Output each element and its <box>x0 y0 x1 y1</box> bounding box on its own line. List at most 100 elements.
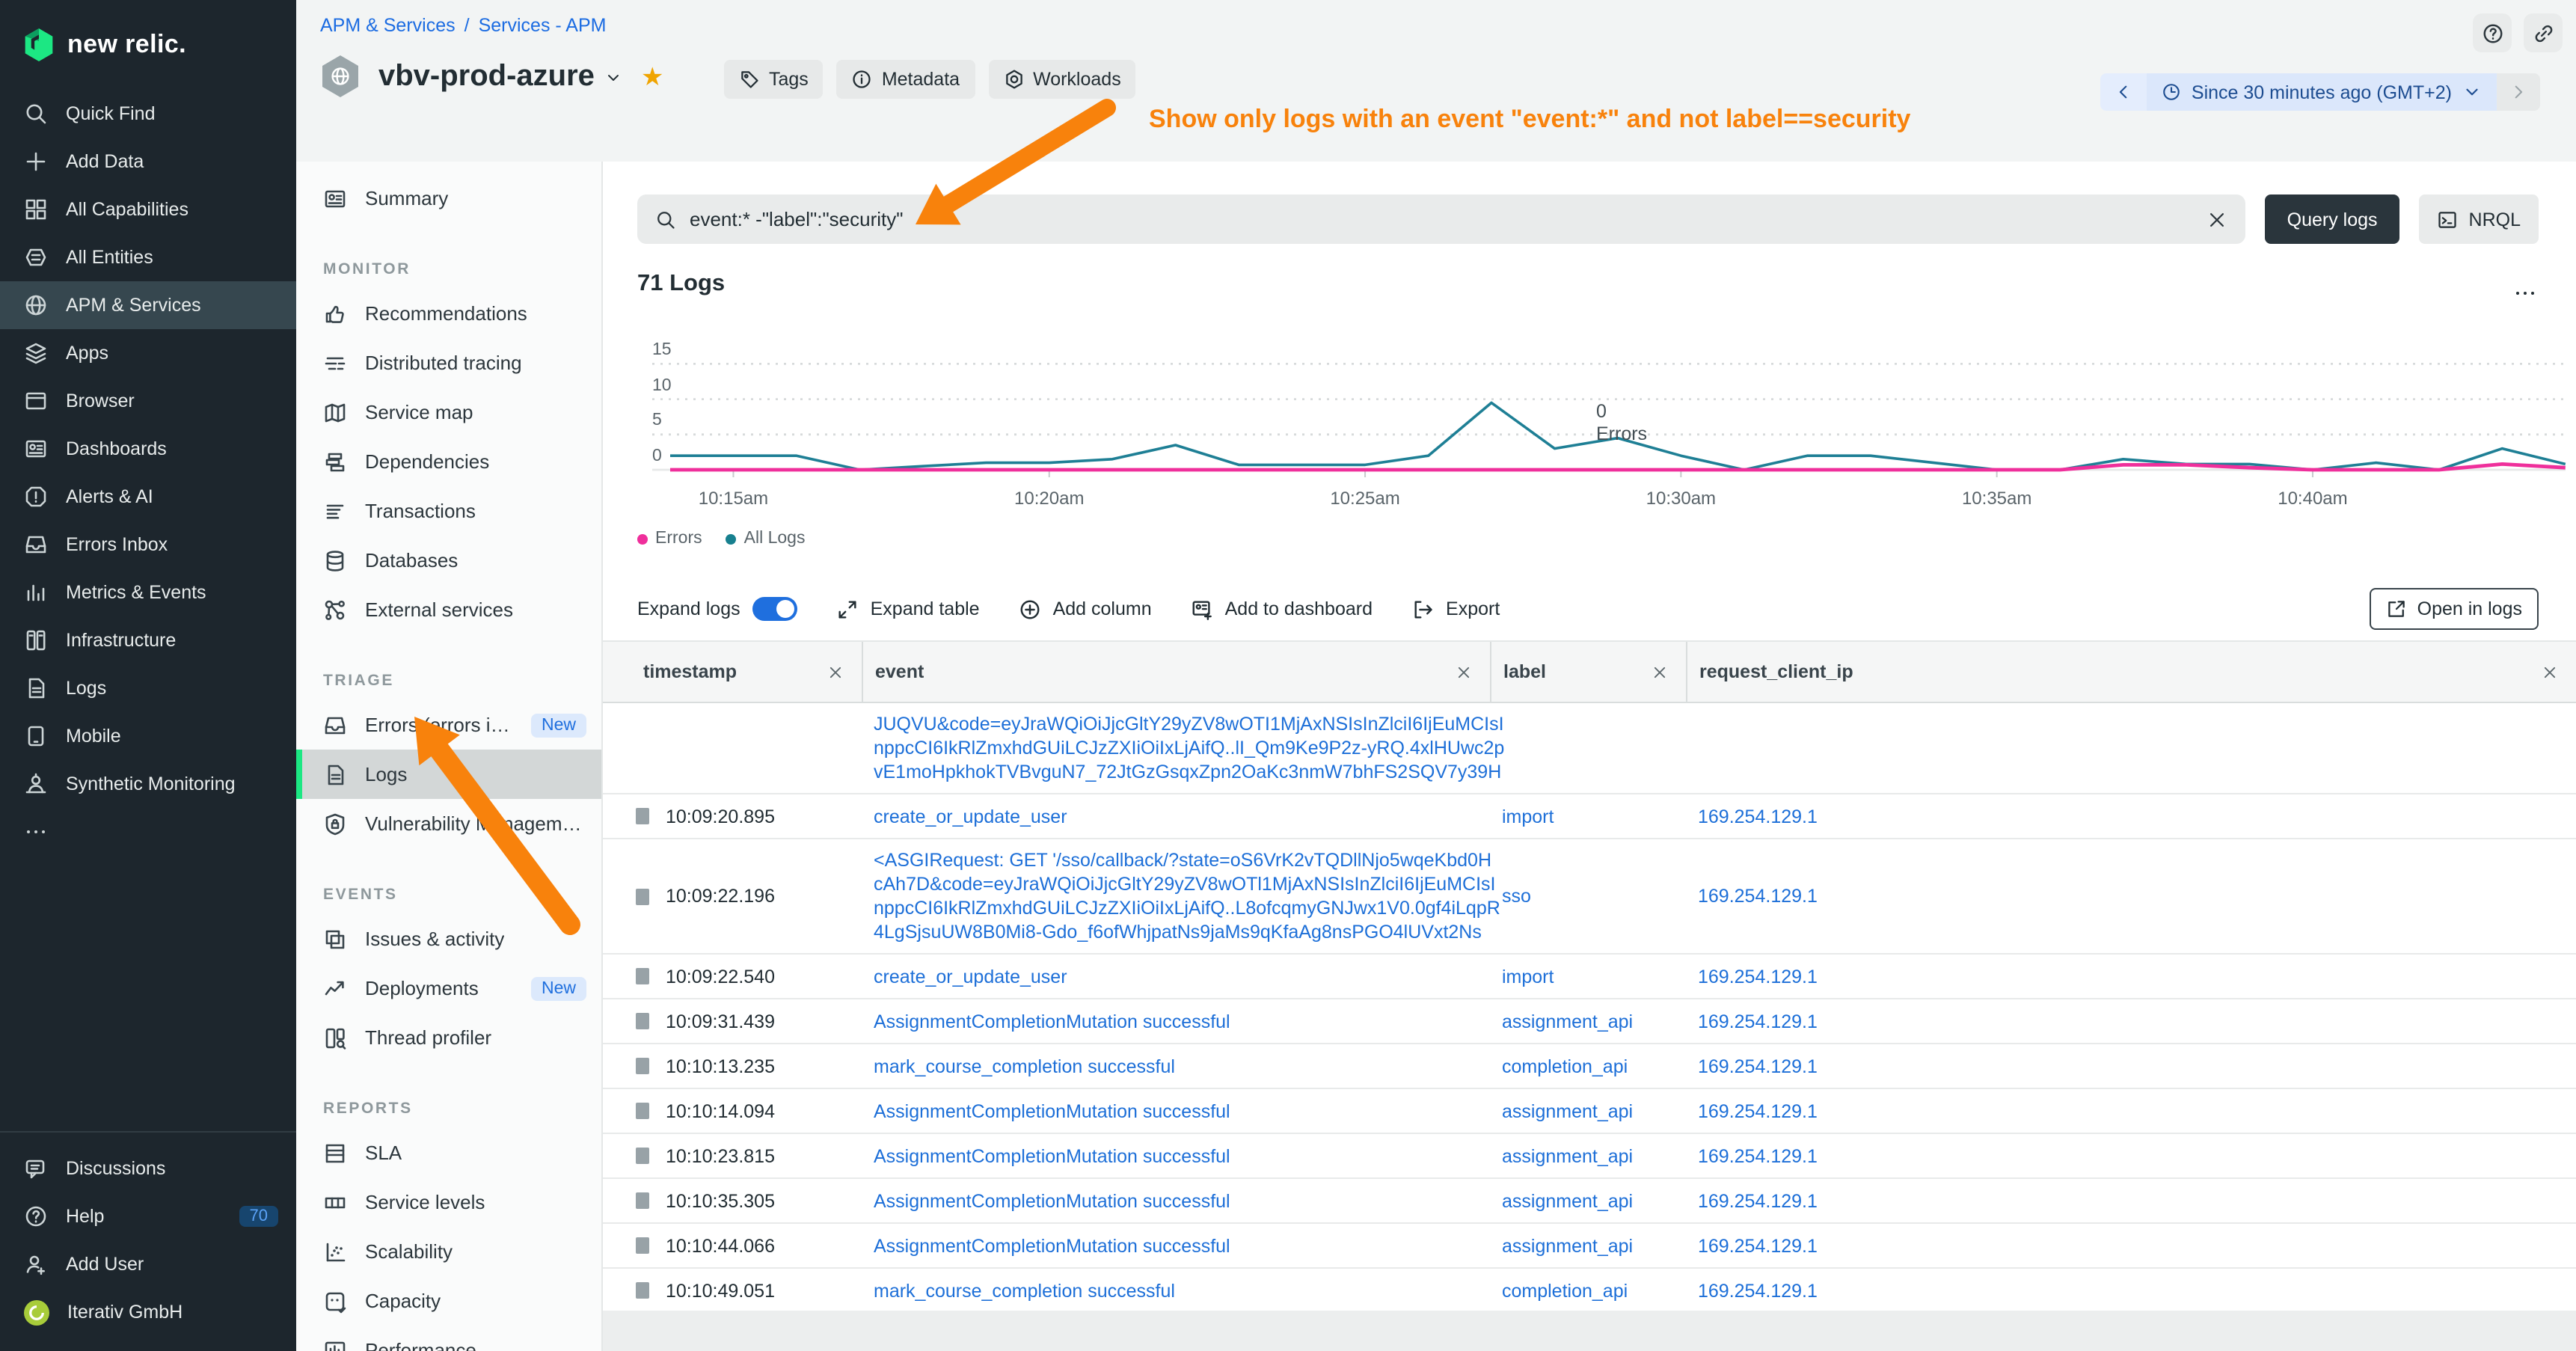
column-header-event[interactable]: event <box>862 642 1490 702</box>
subnav-item-issues-activity[interactable]: Issues & activity <box>296 914 601 964</box>
log-row-marker-icon[interactable] <box>636 1237 649 1254</box>
add-column-button[interactable]: Add column <box>1019 598 1152 620</box>
subnav-item-transactions[interactable]: Transactions <box>296 486 601 536</box>
remove-column-icon[interactable] <box>1456 664 1472 680</box>
time-picker-dropdown[interactable]: Since 30 minutes ago (GMT+2) <box>2147 73 2497 111</box>
label-link[interactable]: completion_api <box>1502 1056 1628 1076</box>
ip-link[interactable]: 169.254.129.1 <box>1698 1011 1818 1032</box>
log-table-row[interactable]: 10:09:22.540create_or_update_userimport1… <box>603 955 2576 999</box>
label-link[interactable]: import <box>1502 966 1554 987</box>
sidebar-item-apps[interactable]: Apps <box>0 329 296 377</box>
sidebar-item-iterativ-gmbh[interactable]: Iterativ GmbH <box>0 1288 296 1336</box>
label-link[interactable]: assignment_api <box>1502 1145 1633 1166</box>
event-link[interactable]: AssignmentCompletionMutation successful <box>874 1190 1230 1211</box>
subnav-item-recommendations[interactable]: Recommendations <box>296 289 601 338</box>
subnav-item-sla[interactable]: SLA <box>296 1128 601 1177</box>
log-table-row[interactable]: 10:10:13.235mark_course_completion succe… <box>603 1044 2576 1089</box>
sidebar-item-synthetic-monitoring[interactable]: Synthetic Monitoring <box>0 760 296 808</box>
event-link[interactable]: create_or_update_user <box>874 806 1067 827</box>
subnav-item-performance[interactable]: Performance <box>296 1326 601 1351</box>
sidebar-item-errors-inbox[interactable]: Errors Inbox <box>0 521 296 569</box>
event-link[interactable]: cAh7D&code=eyJraWQiOiJjcGltY29yZV8wOTl1M… <box>874 874 1496 895</box>
event-link[interactable]: AssignmentCompletionMutation successful <box>874 1100 1230 1121</box>
log-table-row[interactable]: 10:10:44.066AssignmentCompletionMutation… <box>603 1224 2576 1269</box>
column-header-label[interactable]: label <box>1490 642 1686 702</box>
horizontal-scrollbar-track[interactable] <box>603 1311 2576 1351</box>
legend-item-errors[interactable]: Errors <box>637 530 702 548</box>
label-link[interactable]: completion_api <box>1502 1280 1628 1301</box>
breadcrumb-apm-services[interactable]: APM & Services <box>320 15 456 36</box>
event-link[interactable]: <ASGIRequest: GET '/sso/callback/?state=… <box>874 850 1491 871</box>
log-search-input[interactable]: event:* -"label":"security" <box>637 194 2245 244</box>
sidebar-item-metrics-events[interactable]: Metrics & Events <box>0 569 296 616</box>
log-row-marker-icon[interactable] <box>636 888 649 904</box>
label-link[interactable]: sso <box>1502 886 1531 907</box>
ip-link[interactable]: 169.254.129.1 <box>1698 1100 1818 1121</box>
event-link[interactable]: nppcCI6IkRlZmxhdGUiLCJzZXIiOiIxLjAifQ..l… <box>874 738 1504 759</box>
event-link[interactable]: AssignmentCompletionMutation successful <box>874 1011 1230 1032</box>
column-header-request-client-ip[interactable]: request_client_ip <box>1686 642 2576 702</box>
ip-link[interactable]: 169.254.129.1 <box>1698 1190 1818 1211</box>
time-picker-forward-button[interactable] <box>2497 73 2540 111</box>
sidebar-item-help[interactable]: Help70 <box>0 1192 296 1240</box>
log-row-marker-icon[interactable] <box>636 1013 649 1029</box>
subnav-item-scalability[interactable]: Scalability <box>296 1227 601 1276</box>
title-chevron-down-icon[interactable] <box>605 67 623 85</box>
event-link[interactable]: AssignmentCompletionMutation successful <box>874 1145 1230 1166</box>
permalink-button[interactable] <box>2524 13 2563 52</box>
ip-link[interactable]: 169.254.129.1 <box>1698 806 1818 827</box>
help-circle-button[interactable] <box>2473 13 2512 52</box>
open-in-logs-button[interactable]: Open in logs <box>2370 588 2539 630</box>
log-row-marker-icon[interactable] <box>636 1148 649 1164</box>
label-link[interactable]: import <box>1502 806 1554 827</box>
sidebar-item-add-data[interactable]: Add Data <box>0 138 296 186</box>
log-table-row[interactable]: 10:10:23.815AssignmentCompletionMutation… <box>603 1134 2576 1179</box>
log-table-row[interactable]: 10:10:49.051mark_course_completion succe… <box>603 1269 2576 1314</box>
query-logs-button[interactable]: Query logs <box>2265 194 2400 244</box>
subnav-item-external-services[interactable]: External services <box>296 585 601 634</box>
log-row-marker-icon[interactable] <box>636 1103 649 1119</box>
event-link[interactable]: nppcCI6IkRlZmxhdGUiLCJzZXIiOiIxLjAifQ..L… <box>874 898 1500 919</box>
clear-search-icon[interactable] <box>2207 209 2227 230</box>
ip-link[interactable]: 169.254.129.1 <box>1698 886 1818 907</box>
ip-link[interactable]: 169.254.129.1 <box>1698 1280 1818 1301</box>
expand-logs-toggle[interactable]: Expand logs <box>637 597 797 621</box>
column-header-timestamp[interactable]: timestamp <box>603 642 862 702</box>
label-link[interactable]: assignment_api <box>1502 1100 1633 1121</box>
log-row-marker-icon[interactable] <box>636 1058 649 1074</box>
export-button[interactable]: Export <box>1411 598 1500 620</box>
subnav-item-dependencies[interactable]: Dependencies <box>296 437 601 486</box>
tags-button[interactable]: Tags <box>724 60 824 99</box>
log-row-marker-icon[interactable] <box>636 1282 649 1299</box>
log-table-row[interactable]: 10:09:20.895create_or_update_userimport1… <box>603 794 2576 839</box>
sidebar-item-more[interactable] <box>0 808 296 856</box>
remove-column-icon[interactable] <box>827 664 844 680</box>
ip-link[interactable]: 169.254.129.1 <box>1698 966 1818 987</box>
time-picker-back-button[interactable] <box>2100 73 2147 111</box>
log-row-marker-icon[interactable] <box>636 808 649 824</box>
sidebar-item-all-entities[interactable]: All Entities <box>0 233 296 281</box>
nrql-button[interactable]: NRQL <box>2420 194 2539 244</box>
log-table-row[interactable]: 10:10:35.305AssignmentCompletionMutation… <box>603 1179 2576 1224</box>
log-table-row[interactable]: 10:09:22.196<ASGIRequest: GET '/sso/call… <box>603 839 2576 955</box>
favorite-star-icon[interactable]: ★ <box>641 64 664 89</box>
subnav-item-thread-profiler[interactable]: Thread profiler <box>296 1013 601 1062</box>
subnav-item-service-levels[interactable]: Service levels <box>296 1177 601 1227</box>
ip-link[interactable]: 169.254.129.1 <box>1698 1056 1818 1076</box>
subnav-item-databases[interactable]: Databases <box>296 536 601 585</box>
log-table-row[interactable]: 10:10:14.094AssignmentCompletionMutation… <box>603 1089 2576 1134</box>
subnav-item-deployments[interactable]: DeploymentsNew <box>296 964 601 1013</box>
event-link[interactable]: JUQVU&code=eyJraWQiOiJjcGltY29yZV8wOTI1M… <box>874 714 1504 735</box>
ip-link[interactable]: 169.254.129.1 <box>1698 1145 1818 1166</box>
legend-item-all-logs[interactable]: All Logs <box>726 530 806 548</box>
subnav-item-errors-errors-inb[interactable]: Errors (errors inb...New <box>296 700 601 750</box>
subnav-item-capacity[interactable]: Capacity <box>296 1276 601 1326</box>
event-link[interactable]: 4LgSjsuUW8B0Mi8-Gdo_f6ofWhjpatNs9jaMs9qK… <box>874 922 1482 943</box>
event-link[interactable]: AssignmentCompletionMutation successful <box>874 1235 1230 1256</box>
subnav-item-summary[interactable]: Summary <box>296 174 601 223</box>
log-table-row[interactable]: 10:09:31.439AssignmentCompletionMutation… <box>603 999 2576 1044</box>
sidebar-item-quick-find[interactable]: Quick Find <box>0 90 296 138</box>
expand-table-button[interactable]: Expand table <box>836 598 980 620</box>
ip-link[interactable]: 169.254.129.1 <box>1698 1235 1818 1256</box>
sidebar-item-all-capabilities[interactable]: All Capabilities <box>0 186 296 233</box>
